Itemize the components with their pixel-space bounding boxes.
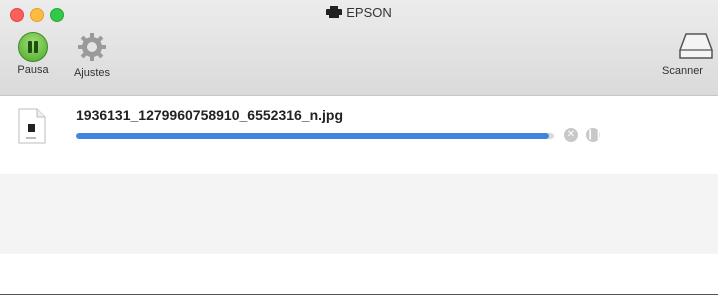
progress-fill (76, 133, 550, 139)
jpg-file-icon (18, 108, 46, 144)
printer-icon (326, 5, 343, 23)
empty-row (0, 174, 718, 254)
file-name: 1936131_1279960758910_6552316_n.jpg (76, 107, 344, 123)
window-bottom-border (0, 294, 718, 295)
gear-icon (78, 33, 106, 61)
stop-icon[interactable]: ✕ (564, 128, 578, 142)
scanner-label: Scanner (662, 65, 703, 77)
scanner-icon (679, 33, 713, 59)
epson-scan-window: EPSON Pausa Ajustes Scanner 1936131_1279… (0, 0, 718, 296)
window-title-text: EPSON (346, 5, 392, 20)
upload-progress-bar (76, 133, 554, 139)
scanner-button[interactable]: Scanner (662, 32, 718, 77)
window-title: EPSON (0, 4, 718, 23)
pause-small-icon[interactable]: ❙❙ (586, 128, 603, 142)
toolbar: EPSON Pausa Ajustes Scanner (0, 0, 718, 96)
pause-button[interactable]: Pausa (8, 32, 58, 76)
pause-icon (18, 32, 48, 62)
pause-label: Pausa (17, 64, 49, 76)
settings-button[interactable]: Ajustes (62, 32, 122, 79)
settings-label: Ajustes (73, 67, 111, 79)
